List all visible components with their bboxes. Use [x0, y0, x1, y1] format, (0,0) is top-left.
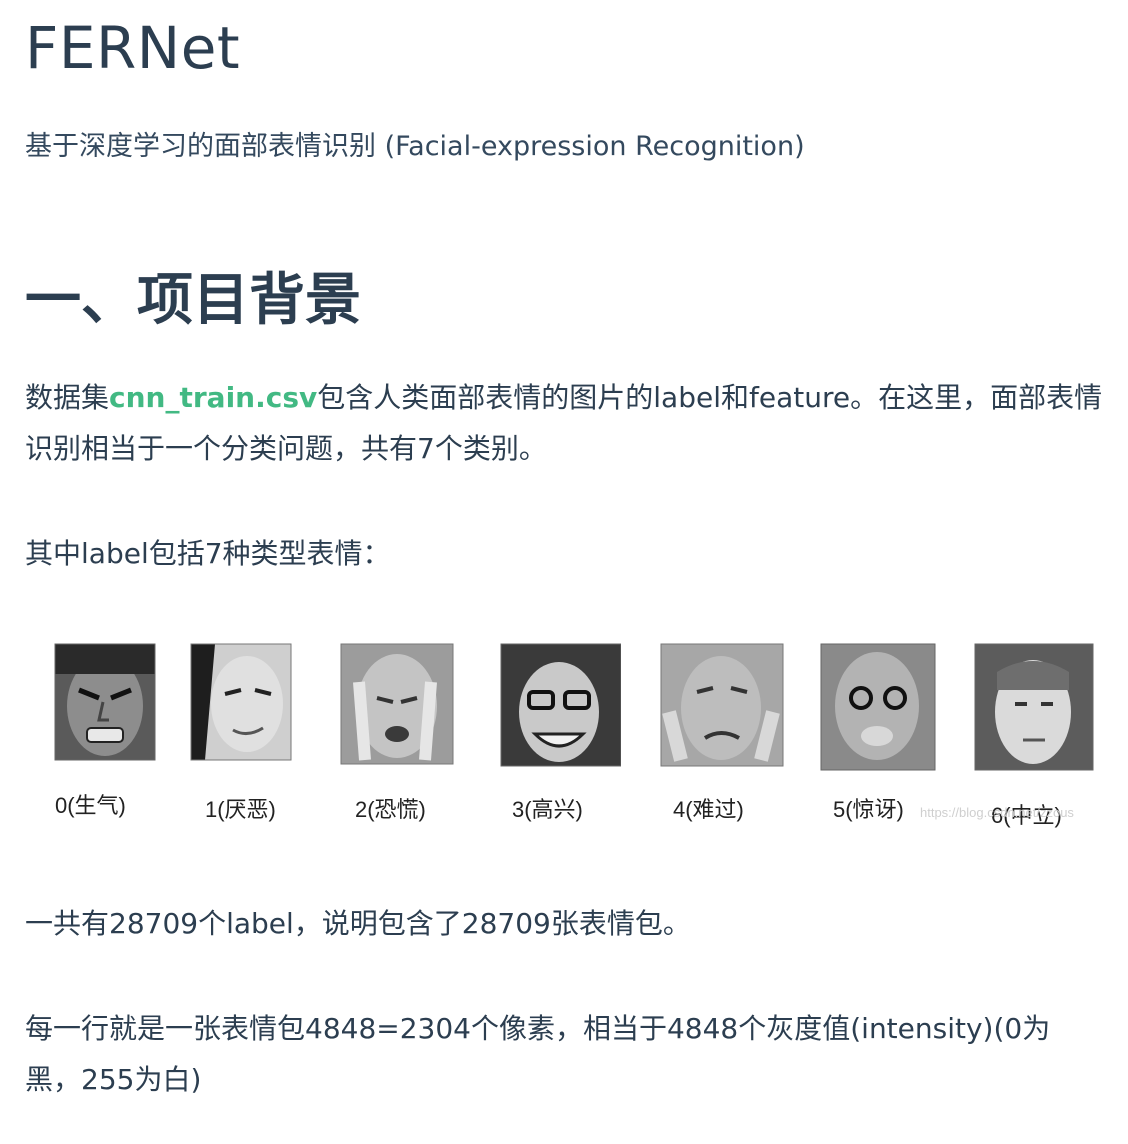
face-image-angry: [47, 642, 159, 770]
dataset-text-prefix: 数据集: [25, 381, 110, 414]
face-image-disgust: [185, 642, 295, 766]
face-image-surprise: [817, 642, 937, 774]
dataset-file-link[interactable]: cnn_train.csv: [109, 381, 317, 414]
face-image-fear: [335, 642, 455, 770]
dataset-paragraph: 数据集cnn_train.csv包含人类面部表情的图片的label和featur…: [25, 372, 1105, 474]
pixel-paragraph: 每一行就是一张表情包4848=2304个像素，相当于4848个灰度值(inten…: [25, 1012, 1051, 1096]
label-intro-paragraph: 其中label包括7种类型表情：: [25, 537, 391, 570]
section-heading: 一、项目背景: [25, 268, 361, 333]
caption-2: 2(恐慌): [355, 797, 426, 822]
caption-1: 1(厌恶): [205, 797, 276, 822]
caption-0: 0(生气): [55, 793, 126, 818]
page-title: FERNet: [25, 14, 241, 82]
page-subtitle: 基于深度学习的面部表情识别 (Facial-expression Recogni…: [25, 131, 805, 162]
label-count-paragraph: 一共有28709个label，说明包含了28709张表情包。: [25, 907, 691, 940]
caption-4: 4(难过): [673, 797, 744, 822]
face-image-neutral: [969, 642, 1095, 774]
emotion-faces-figure: 0(生气) 1(厌恶) 2(恐慌) 3(高兴) 4(难过) 5(惊讶) 6(中立…: [25, 630, 1115, 840]
face-image-happy: [495, 642, 621, 770]
caption-5: 5(惊讶): [833, 797, 904, 822]
caption-3: 3(高兴): [512, 797, 583, 822]
face-image-sad: [655, 642, 785, 770]
image-watermark: https://blog.csdn.net/zzous: [920, 805, 1074, 820]
